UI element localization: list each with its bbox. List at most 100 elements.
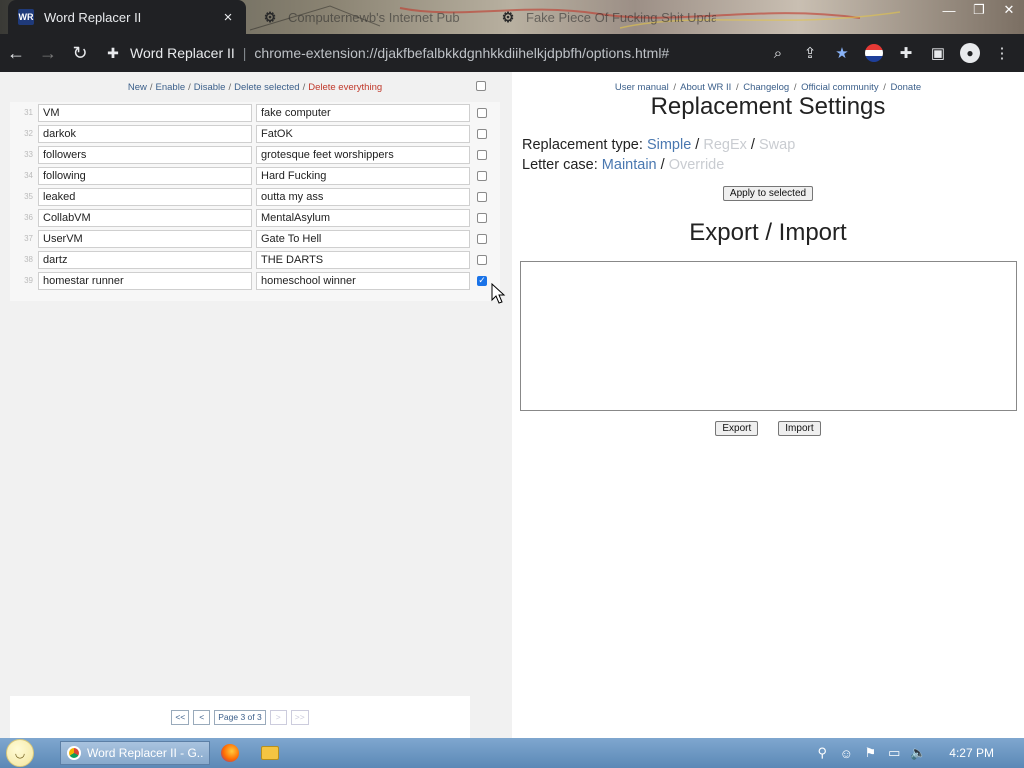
original-word-input[interactable] (38, 271, 252, 290)
account-avatar-icon[interactable]: ● (960, 43, 980, 63)
back-arrow-icon[interactable]: ← (0, 37, 32, 69)
replacement-type-line: Replacement type: Simple / RegEx / Swap (522, 137, 796, 153)
start-button[interactable]: ◡ (0, 738, 40, 768)
row-number: 31 (24, 108, 33, 117)
donate-link[interactable]: Donate (891, 82, 922, 93)
replacement-word-input[interactable] (256, 187, 470, 206)
separator: / (793, 82, 797, 93)
export-import-buttons: Export Import (512, 421, 1024, 436)
replacement-word-input[interactable] (256, 124, 470, 143)
replacement-word-input[interactable] (256, 166, 470, 185)
computernewb-favicon-icon: ⚙ (263, 8, 277, 25)
original-word-input[interactable] (38, 229, 252, 248)
apply-to-selected-button[interactable]: Apply to selected (722, 186, 814, 201)
replacement-word-input[interactable] (256, 208, 470, 227)
row-number: 36 (24, 213, 33, 222)
original-word-input[interactable] (38, 187, 252, 206)
changelog-link[interactable]: Changelog (743, 82, 789, 93)
forward-arrow-icon[interactable]: → (32, 37, 64, 69)
row-number: 32 (24, 129, 33, 138)
type-regex-option[interactable]: RegEx (703, 137, 747, 153)
network-tray-icon[interactable]: ▭ (885, 744, 903, 762)
volume-tray-icon[interactable]: 🔈 (909, 744, 927, 762)
case-override-option[interactable]: Override (669, 157, 725, 173)
taskbar-clock[interactable]: 4:27 PM (949, 746, 994, 760)
replacement-word-input[interactable] (256, 271, 470, 290)
type-simple-option[interactable]: Simple (647, 137, 691, 153)
user-manual-link[interactable]: User manual (615, 82, 669, 93)
original-word-input[interactable] (38, 145, 252, 164)
about-link[interactable]: About WR II (680, 82, 731, 93)
tab-word-replacer[interactable]: WR Word Replacer II × (8, 0, 246, 34)
disable-link[interactable]: Disable (194, 82, 226, 93)
tab-computernewb-pub[interactable]: ⚙ Computernewb's Internet Pub (252, 0, 488, 34)
case-maintain-option[interactable]: Maintain (602, 157, 657, 173)
row-select-checkbox[interactable] (477, 191, 487, 202)
row-select-checkbox[interactable] (477, 254, 487, 265)
original-word-input[interactable] (38, 250, 252, 269)
next-page-button[interactable]: > (269, 709, 287, 725)
settings-panel: User manual / About WR II / Changelog / … (512, 72, 1024, 738)
import-button[interactable]: Import (778, 421, 821, 436)
security-flag-tray-icon[interactable]: ⚑ (861, 744, 879, 762)
row-number: 37 (24, 234, 33, 243)
enable-link[interactable]: Enable (156, 82, 186, 93)
share-icon[interactable]: ⇪ (794, 37, 826, 69)
close-window-icon[interactable]: ✕ (994, 0, 1024, 20)
tab-fake-piece[interactable]: ⚙ Fake Piece Of Fucking Shit Upda (490, 0, 726, 34)
last-page-button[interactable]: >> (290, 709, 309, 725)
extensions-puzzle-icon[interactable]: ✚ (890, 37, 922, 69)
firefox-icon (221, 744, 239, 762)
side-panel-icon[interactable]: ▣ (922, 37, 954, 69)
address-bar[interactable]: ✚ Word Replacer II | chrome-extension://… (102, 38, 762, 68)
original-word-input[interactable] (38, 124, 252, 143)
export-import-textarea[interactable] (520, 261, 1017, 411)
separator: / (302, 81, 306, 93)
row-select-checkbox[interactable] (477, 128, 487, 139)
replacement-row: 35 (10, 186, 500, 207)
replacement-word-input[interactable] (256, 145, 470, 164)
replacement-word-input[interactable] (256, 229, 470, 248)
separator: / (673, 82, 676, 93)
taskbar-chrome-window[interactable]: Word Replacer II - G... (60, 741, 210, 765)
delete-everything-link[interactable]: Delete everything (308, 82, 382, 93)
restore-icon[interactable]: ❐ (964, 0, 994, 20)
minimize-icon[interactable]: — (934, 0, 964, 20)
menu-kebab-icon[interactable]: ⋮ (986, 37, 1018, 69)
export-button[interactable]: Export (715, 421, 759, 436)
emoji-tray-icon[interactable]: ☺ (837, 744, 855, 762)
row-select-checkbox-checked[interactable]: ✓ (477, 275, 487, 286)
new-link[interactable]: New (128, 82, 147, 93)
taskbar-file-explorer[interactable] (250, 738, 290, 768)
original-word-input[interactable] (38, 166, 252, 185)
prev-page-button[interactable]: < (193, 709, 211, 725)
official-community-link[interactable]: Official community (801, 82, 878, 93)
delete-selected-link[interactable]: Delete selected (234, 82, 299, 93)
tab-title: Word Replacer II (44, 9, 142, 25)
tab-close-icon[interactable]: × (220, 9, 236, 26)
replacement-row: 33 (10, 144, 500, 165)
first-page-button[interactable]: << (171, 709, 190, 725)
profile-flag-icon[interactable] (865, 44, 883, 62)
replacement-word-input[interactable] (256, 103, 470, 122)
original-word-input[interactable] (38, 103, 252, 122)
row-select-checkbox[interactable] (477, 212, 487, 223)
original-word-input[interactable] (38, 208, 252, 227)
replacement-type-label: Replacement type: (522, 137, 643, 153)
reload-icon[interactable]: ↻ (64, 37, 96, 69)
row-select-checkbox[interactable] (477, 170, 487, 181)
row-select-checkbox[interactable] (477, 233, 487, 244)
bookmark-star-icon[interactable]: ★ (826, 37, 858, 69)
replacement-word-input[interactable] (256, 250, 470, 269)
taskbar-firefox[interactable] (210, 738, 250, 768)
address-url: chrome-extension://djakfbefalbkkdgnhkkdi… (254, 45, 670, 61)
pagination: << < Page 3 of 3 > >> (10, 696, 470, 738)
search-tray-icon[interactable]: ⚲ (813, 744, 831, 762)
zoom-search-icon[interactable]: ⌕ (762, 37, 794, 69)
letter-case-line: Letter case: Maintain / Override (522, 157, 725, 173)
replacement-list-panel: New / Enable / Disable / Delete selected… (0, 72, 512, 738)
select-all-checkbox[interactable] (476, 81, 486, 91)
row-select-checkbox[interactable] (477, 149, 487, 160)
type-swap-option[interactable]: Swap (759, 137, 795, 153)
row-select-checkbox[interactable] (477, 107, 487, 118)
